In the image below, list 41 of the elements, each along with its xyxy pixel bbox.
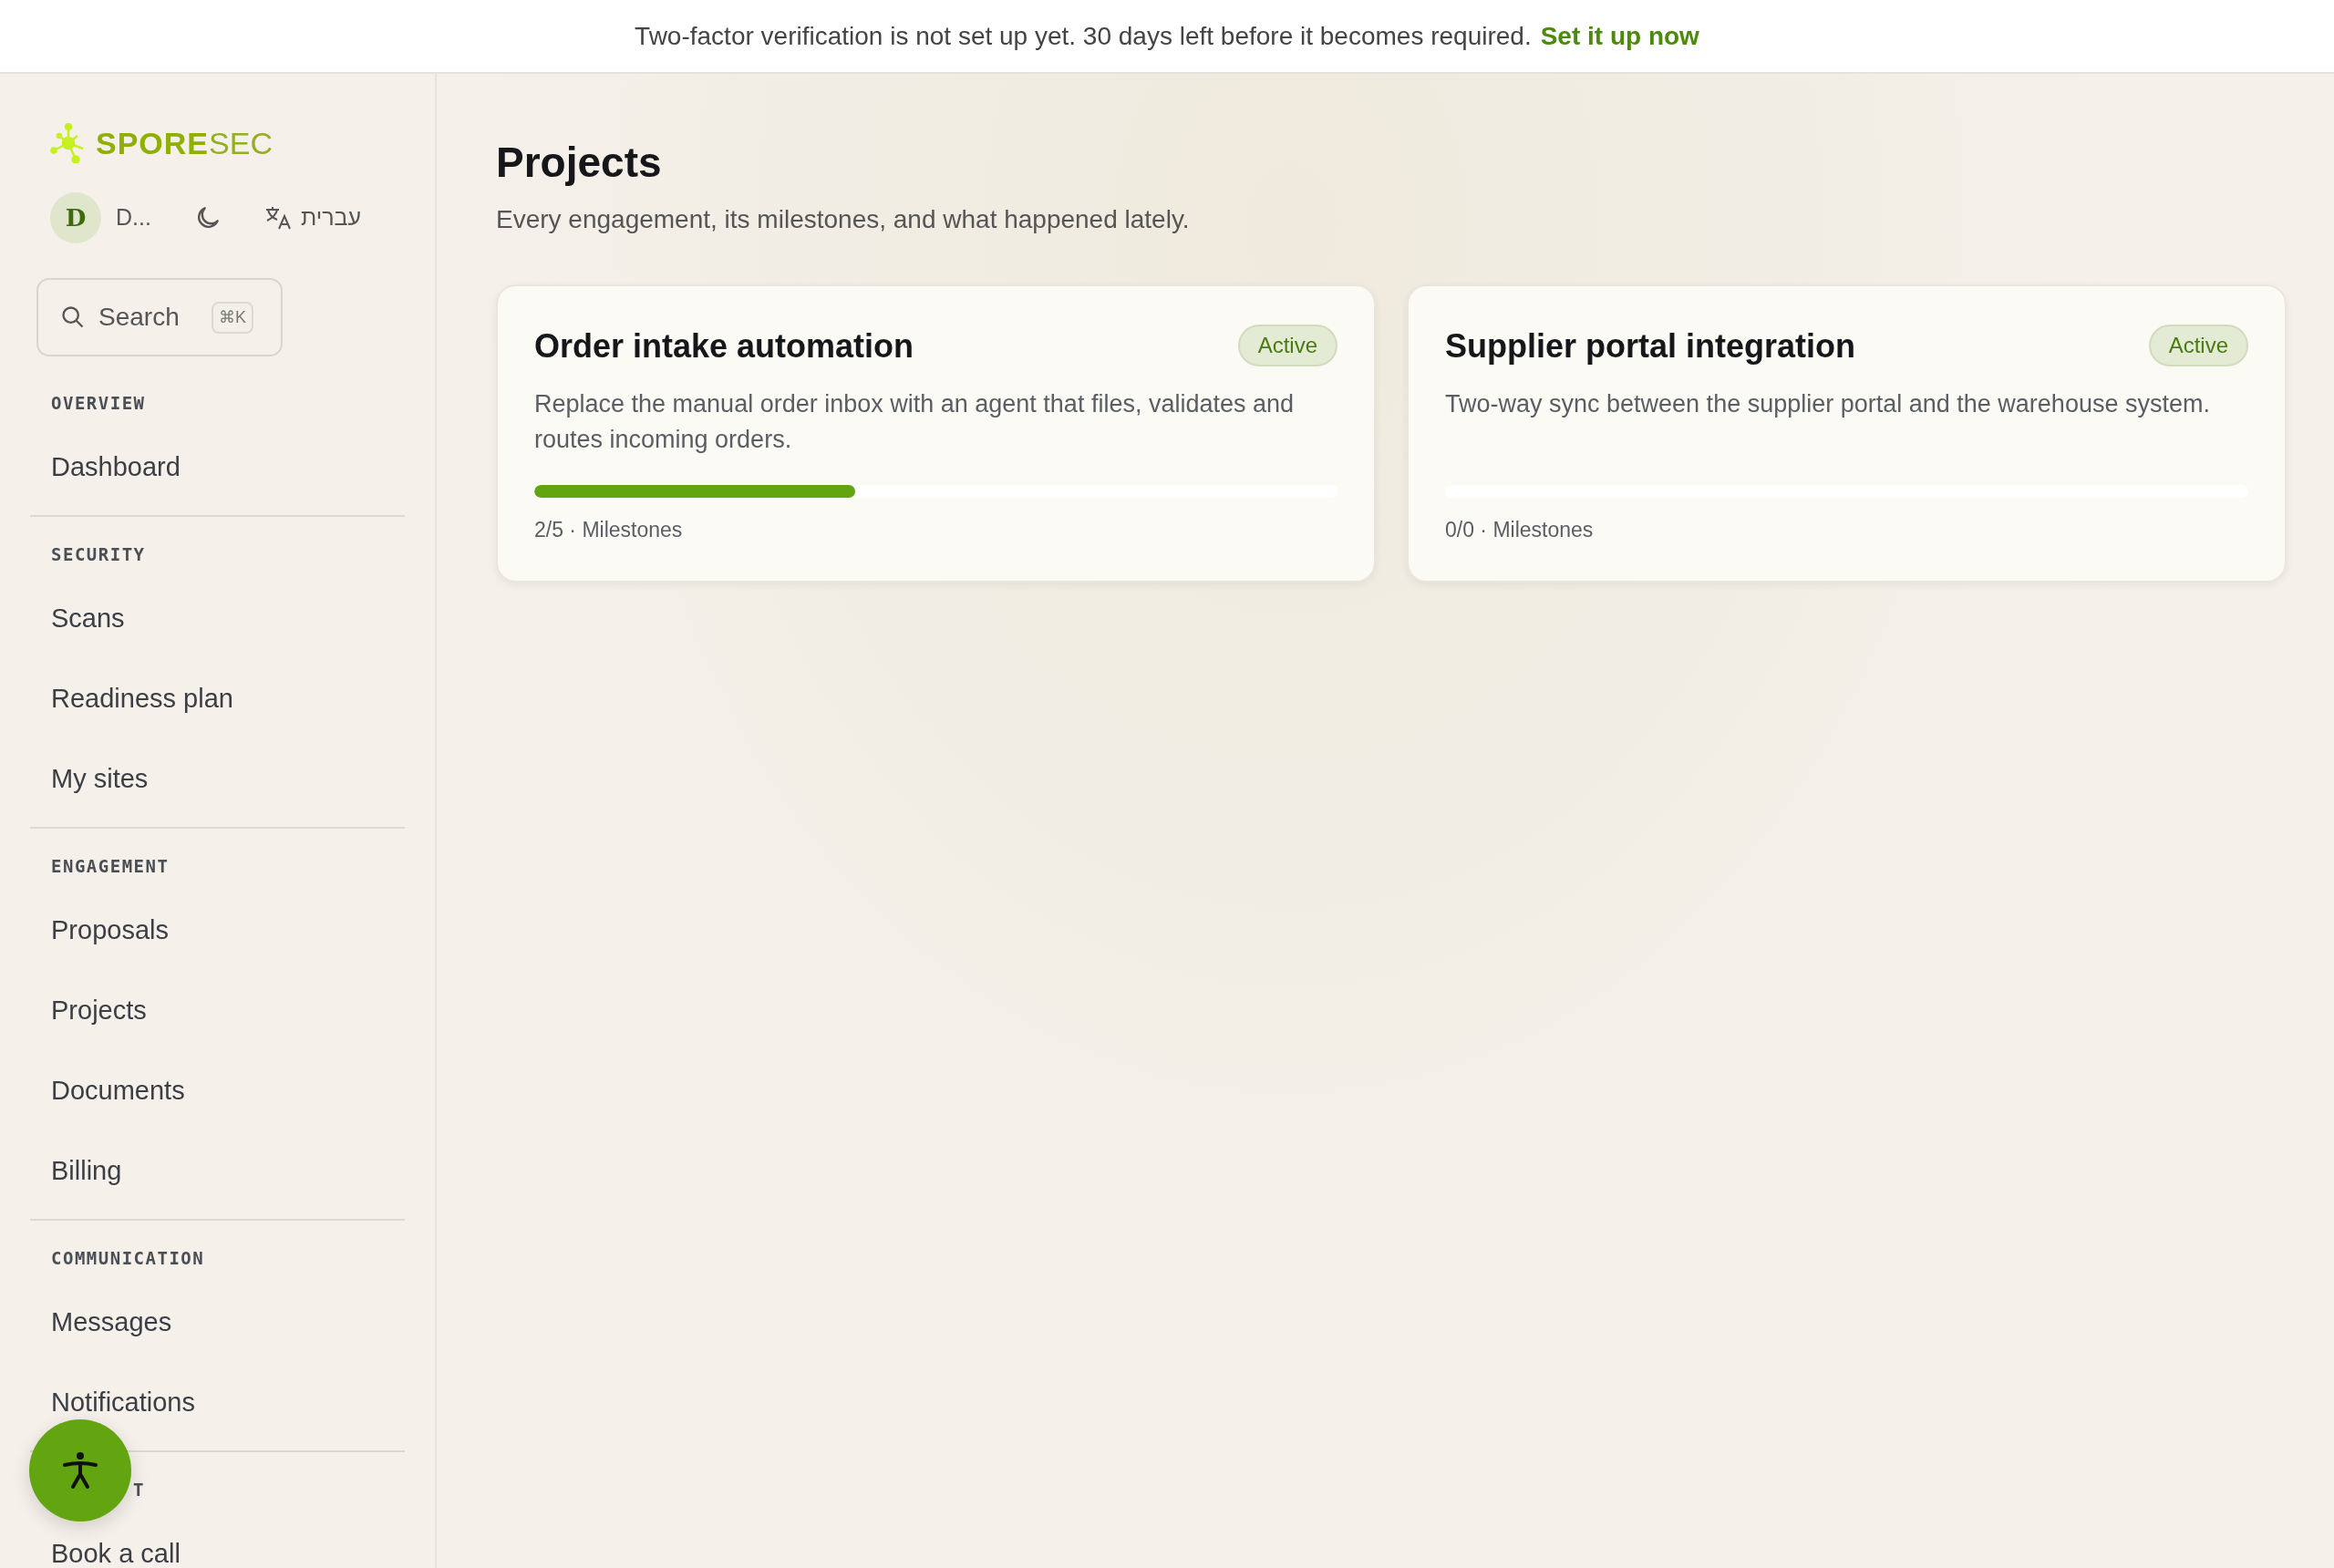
nav-item[interactable]: Billing	[51, 1154, 122, 1187]
section-heading: COMMUNICATION	[50, 1246, 205, 1270]
section-heading: ENGAGEMENT	[50, 854, 170, 878]
nav-item[interactable]: Book a call	[51, 1537, 181, 1568]
search-input[interactable]: Search	[98, 298, 199, 336]
nav-item[interactable]: Notifications	[51, 1386, 195, 1418]
page-subtitle: Every engagement, its milestones, and what happened lately.	[496, 204, 1191, 236]
project-card[interactable]: Supplier portal integration Active Two-way sync between the supplier portal and the warehouse system. 0/0 · Milestones	[1407, 284, 2287, 583]
section-heading: T	[133, 1478, 145, 1501]
project-title: Order intake automation	[534, 325, 914, 366]
project-description: Replace the manual order inbox with an agent that files, validates and routes incoming orders.	[534, 389, 1296, 456]
logo-text-light: SEC	[209, 124, 273, 162]
status-label: Active	[1237, 325, 1337, 367]
nav-item[interactable]: Projects	[51, 994, 147, 1026]
nav-item[interactable]: Messages	[51, 1305, 172, 1338]
project-description: Two-way sync between the supplier portal and the warehouse system.	[1445, 389, 2211, 420]
status-label: Active	[2148, 325, 2248, 367]
nav-item[interactable]: Dashboard	[51, 450, 181, 483]
translate-icon	[263, 205, 292, 231]
setup-link[interactable]: Set it up now	[1540, 16, 1699, 56]
user-avatar[interactable]: D	[50, 192, 101, 243]
nav-item[interactable]: My sites	[51, 762, 149, 795]
section-heading: OVERVIEW	[50, 391, 146, 415]
page-title: Projects	[496, 138, 663, 188]
section-heading: SECURITY	[50, 542, 146, 566]
nav-item[interactable]: Readiness plan	[51, 682, 233, 715]
logo-text: SPORE	[96, 124, 210, 162]
language-button[interactable]: עברית	[263, 201, 362, 235]
search-icon	[60, 304, 86, 330]
nav-item[interactable]: Documents	[51, 1074, 185, 1107]
project-card[interactable]: Order intake automation Active Replace the manual order inbox with an agent that files, validates and routes incoming orders. 2/5 · Milestones	[496, 284, 1376, 583]
shortcut-hint: ⌘K	[212, 301, 253, 334]
milestone-count: 2/5 · Milestones	[534, 517, 684, 544]
user-name: D...	[116, 203, 151, 232]
accessibility-icon	[62, 1450, 98, 1491]
banner-message: Two-factor verification is not set up yet. 30 days left before it becomes required.	[635, 20, 1532, 52]
nav-item[interactable]: Proposals	[51, 913, 169, 946]
milestone-count: 0/0 · Milestones	[1445, 517, 1595, 544]
search-bar[interactable]: Search ⌘K	[36, 278, 283, 356]
nav-item[interactable]: Scans	[51, 602, 125, 634]
project-title: Supplier portal integration	[1445, 325, 1856, 366]
